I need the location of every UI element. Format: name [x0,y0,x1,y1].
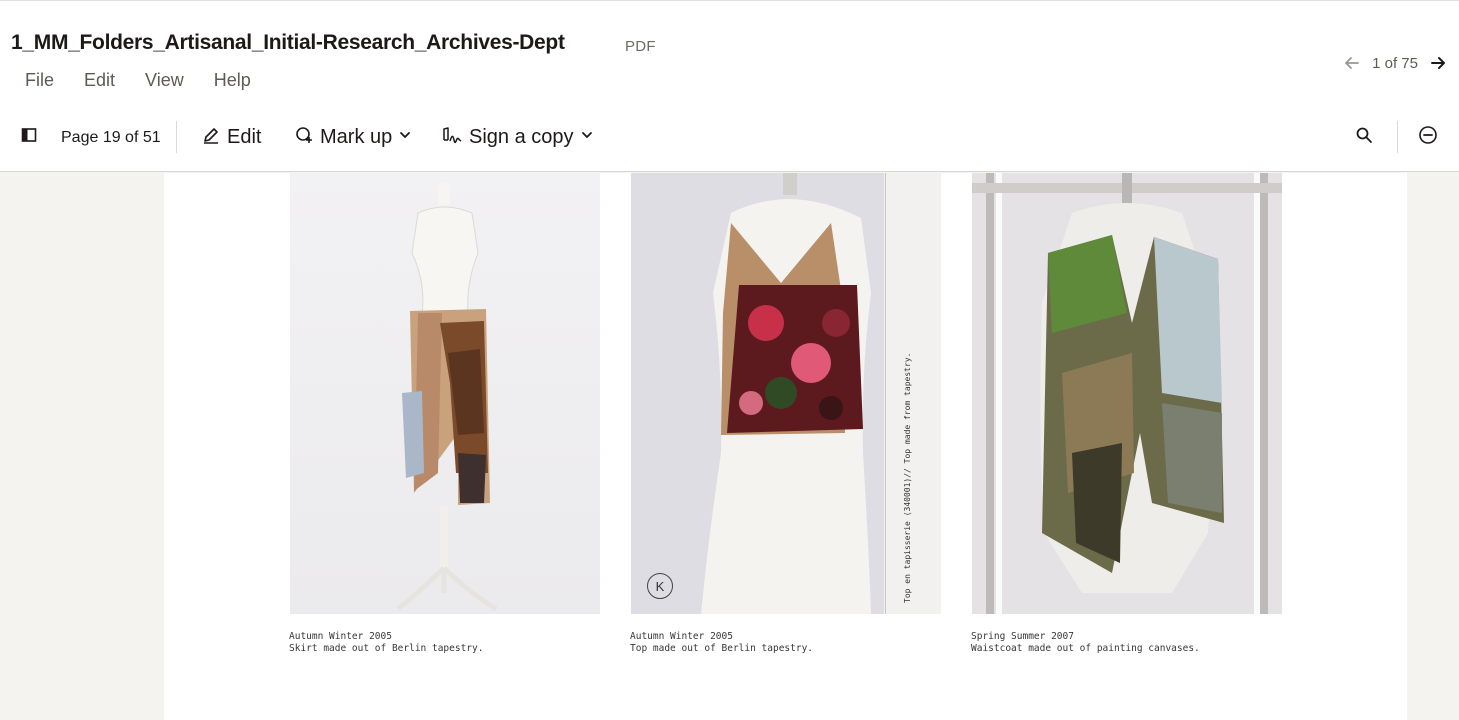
side-note: Top en tapisserie (340001)// Top made fr… [903,352,912,603]
caption-line: Autumn Winter 2005 [289,631,392,642]
arrow-right-icon[interactable] [1428,53,1448,73]
arrow-left-icon[interactable] [1342,53,1362,73]
pdf-page: K Top en tapisserie (340001)// Top made … [164,173,1407,720]
sidebar-toggle-button[interactable] [20,103,38,172]
caption-line: Skirt made out of Berlin tapestry. [289,643,484,654]
caption-top: Autumn Winter 2005 Top made out of Berlin… [630,631,813,655]
markup-button[interactable]: Mark up [294,103,412,172]
edit-button-label: Edit [227,126,262,148]
signature-icon [441,125,463,150]
page-indicator[interactable]: Page 19 of 51 [61,103,161,172]
zoom-out-icon [1418,125,1438,150]
sidebar-toggle-icon [20,126,38,149]
caption-waistcoat: Spring Summer 2007 Waistcoat made out of … [971,631,1200,655]
zoom-out-button[interactable] [1418,103,1438,172]
skirt-photo [290,173,600,614]
sign-copy-button-label: Sign a copy [469,126,574,148]
menu-help[interactable]: Help [214,70,251,91]
markup-icon [294,125,314,150]
stamp-k: K [647,573,673,599]
top-photo: K Top en tapisserie (340001)// Top made … [631,173,941,614]
document-viewer[interactable]: K Top en tapisserie (340001)// Top made … [0,173,1459,720]
sign-copy-button[interactable]: Sign a copy [441,103,594,172]
search-icon [1355,126,1373,149]
pdf-viewer-app: 1_MM_Folders_Artisanal_Initial-Research_… [0,0,1459,720]
toolbar-divider [1397,121,1398,153]
title-bar: 1_MM_Folders_Artisanal_Initial-Research_… [0,0,1459,103]
caption-line: Waistcoat made out of painting canvases. [971,643,1200,654]
waistcoat-photo [972,173,1282,614]
caption-line: Spring Summer 2007 [971,631,1074,642]
menu-edit[interactable]: Edit [84,70,115,91]
menu-bar: File Edit View Help [25,70,251,91]
document-title: 1_MM_Folders_Artisanal_Initial-Research_… [11,31,565,54]
file-type-label: PDF [625,38,656,55]
pencil-icon [201,125,221,150]
chevron-down-icon [398,128,412,147]
search-button[interactable] [1355,103,1373,172]
caption-line: Top made out of Berlin tapestry. [630,643,814,654]
markup-button-label: Mark up [320,126,393,148]
caption-line: Autumn Winter 2005 [630,631,733,642]
page-indicator-label: Page 19 of 51 [61,128,161,146]
file-count: 1 of 75 [1372,54,1418,72]
toolbar-divider [176,121,177,153]
menu-view[interactable]: View [145,70,184,91]
menu-file[interactable]: File [25,70,54,91]
file-pager: 1 of 75 [1342,53,1448,73]
caption-skirt: Autumn Winter 2005 Skirt made out of Berl… [289,631,483,655]
toolbar: Page 19 of 51 Edit Mark up Sign a copy [0,103,1459,172]
edit-button[interactable]: Edit [201,103,261,172]
stamp-text: K [655,578,665,594]
chevron-down-icon [580,128,594,147]
